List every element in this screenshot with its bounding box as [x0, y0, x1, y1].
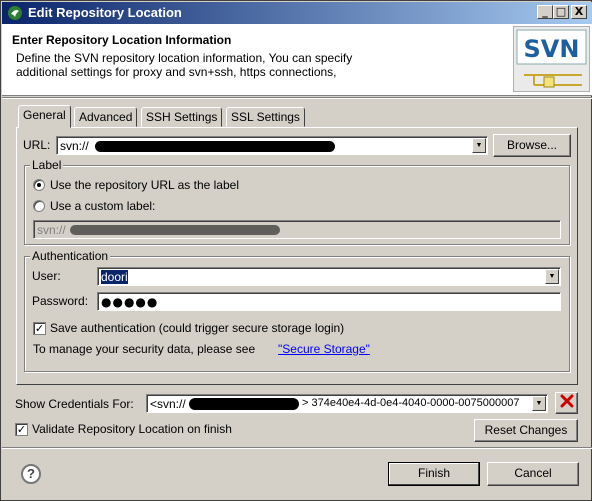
manage-security-text: To manage your security data, please see [33, 342, 256, 356]
header-separator [2, 97, 592, 99]
title-bar[interactable]: Edit Repository Location _ □ X [2, 2, 592, 24]
close-button[interactable]: X [571, 5, 587, 19]
svn-logo-text: SVN [524, 35, 580, 63]
minimize-button[interactable]: _ [537, 5, 553, 19]
delete-icon [560, 394, 573, 408]
help-icon[interactable]: ? [21, 464, 41, 484]
custom-label-input[interactable]: svn:// [33, 220, 561, 239]
svn-logo: SVN [513, 26, 590, 92]
chevron-down-icon[interactable]: ▼ [472, 138, 486, 153]
app-icon [8, 6, 22, 20]
reset-changes-button[interactable]: Reset Changes [474, 419, 578, 442]
tab-ssh-settings[interactable]: SSH Settings [141, 107, 223, 127]
validate-label: Validate Repository Location on finish [32, 422, 232, 436]
custom-label-text: Use a custom label: [50, 199, 156, 213]
header-title: Enter Repository Location Information [12, 33, 232, 47]
redaction-mark [70, 225, 280, 235]
tab-advanced[interactable]: Advanced [74, 107, 138, 127]
user-label: User: [32, 269, 61, 283]
delete-credentials-button[interactable] [555, 392, 578, 414]
browse-button[interactable]: Browse... [493, 134, 571, 157]
radio-use-url-label[interactable] [33, 179, 45, 191]
window-title: Edit Repository Location [28, 5, 182, 20]
label-group-title: Label [30, 158, 64, 172]
url-label: URL: [23, 138, 51, 152]
custom-label-value: svn:// [37, 223, 66, 237]
tab-general[interactable]: General [18, 105, 71, 128]
cancel-button[interactable]: Cancel [487, 462, 579, 486]
save-auth-checkbox[interactable]: ✓ [33, 322, 46, 335]
password-label: Password: [32, 294, 89, 308]
use-url-label-text: Use the repository URL as the label [50, 178, 239, 192]
header-description: Define the SVN repository location infor… [16, 51, 353, 79]
finish-button[interactable]: Finish [388, 462, 480, 486]
tab-ssl-settings[interactable]: SSL Settings [226, 107, 305, 127]
chevron-down-icon[interactable]: ▼ [532, 396, 546, 411]
url-value: svn:// [60, 139, 89, 153]
save-auth-label: Save authentication (could trigger secur… [50, 321, 345, 335]
radio-custom-label[interactable] [33, 200, 45, 212]
user-value: doori [101, 270, 128, 284]
authentication-group-title: Authentication [30, 249, 111, 263]
user-combo[interactable]: doori ▼ [97, 267, 561, 286]
validate-checkbox[interactable]: ✓ [15, 423, 28, 436]
secure-storage-link[interactable]: "Secure Storage" [278, 342, 370, 356]
credentials-value: <svn:// [150, 397, 186, 411]
chevron-down-icon[interactable]: ▼ [545, 269, 559, 284]
redaction-mark [189, 398, 299, 410]
password-input[interactable]: ●●●●● [97, 292, 561, 311]
credentials-combo[interactable]: <svn:// > 374e40e4-4d-0e4-4040-0000-0075… [146, 394, 548, 413]
password-value: ●●●●● [101, 295, 159, 309]
redaction-mark [95, 141, 335, 152]
maximize-button[interactable]: □ [553, 5, 569, 19]
wizard-header: Enter Repository Location Information De… [2, 24, 592, 96]
svn-logo-icon: SVN [516, 29, 587, 88]
footer-separator [2, 447, 592, 449]
credentials-value-tail: > 374e40e4-4d-0e4-4040-0000-0075000007 [302, 397, 520, 409]
url-combo[interactable]: svn:// ▼ [56, 136, 488, 155]
show-credentials-label: Show Credentials For: [15, 397, 134, 411]
dialog-window: Edit Repository Location _ □ X Enter Rep… [0, 0, 592, 501]
